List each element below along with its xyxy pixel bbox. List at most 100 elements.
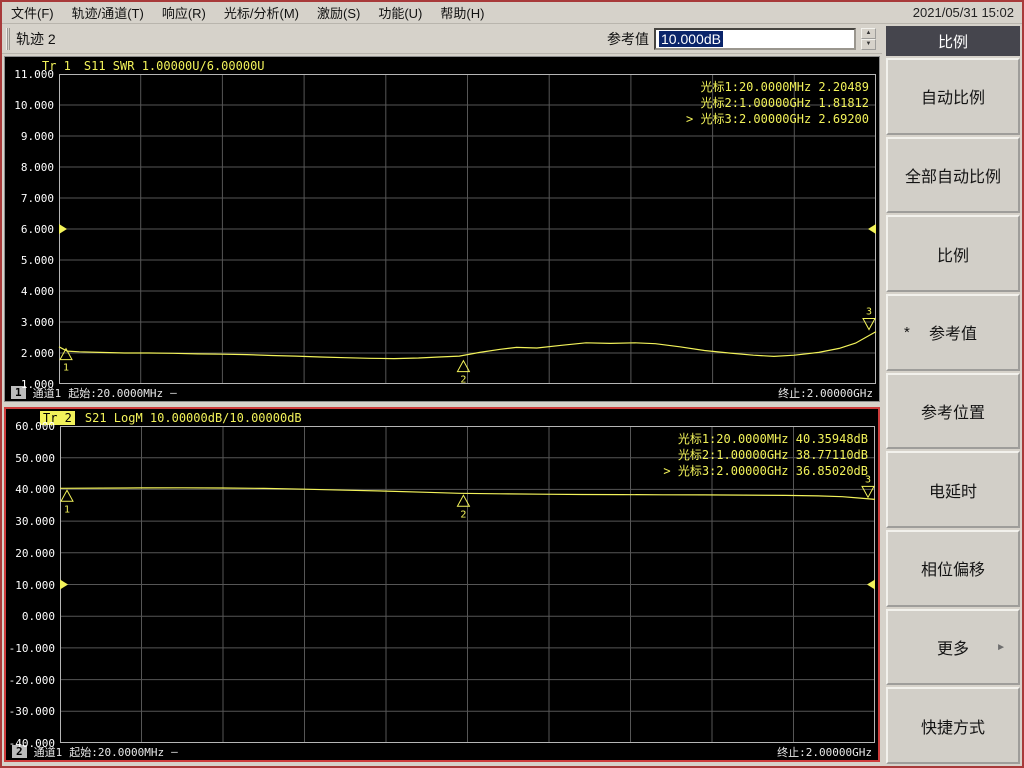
chart1-header: Tr 1 S11 SWR 1.00000U/6.00000U: [5, 57, 879, 74]
chart-window-s11-swr: Tr 1 S11 SWR 1.00000U/6.00000U 11.000 10.…: [4, 56, 880, 402]
ref-level-arrow-right: [868, 224, 876, 234]
softkey-shortcut[interactable]: 快捷方式: [886, 687, 1020, 765]
softkey-label: 更多: [936, 641, 969, 659]
y-tick-label: 1.000: [20, 378, 54, 391]
y-tick-label: 40.000: [15, 483, 55, 497]
y-tick-label: -10.000: [8, 641, 55, 655]
softkey-label: 电延时: [928, 483, 977, 501]
menu-help[interactable]: 帮助(H): [431, 2, 493, 23]
y-tick-label: -30.000: [8, 705, 55, 719]
chart1-stop-freq: 终止:2.00000GHz: [778, 386, 873, 400]
y-tick-label: 50.000: [15, 451, 55, 465]
y-tick-label: -40.000: [8, 737, 55, 750]
softkey-label: 参考值: [928, 326, 977, 344]
y-tick-label: 0.000: [21, 610, 55, 624]
softkey-electrical-delay[interactable]: 电延时: [886, 451, 1020, 529]
menu-stimulus[interactable]: 激励(S): [308, 2, 369, 23]
y-tick-label: 11.000: [14, 68, 54, 81]
y-tick-label: -20.000: [8, 673, 55, 687]
softkey-reference-position[interactable]: 参考位置: [886, 372, 1020, 450]
menu-trace-channel[interactable]: 轨迹/通道(T): [63, 2, 153, 23]
submenu-arrow-icon: ►: [996, 641, 1006, 653]
softkey-label: 相位偏移: [920, 562, 985, 580]
y-tick-label: 6.000: [20, 223, 54, 236]
marker-triangle: [862, 318, 876, 331]
menu-marker-analysis[interactable]: 光标/分析(M): [215, 2, 308, 23]
y-tick-label: 10.000: [15, 578, 55, 592]
y-tick-label: 4.000: [20, 285, 54, 298]
active-trace-title: 轨迹 2: [16, 30, 56, 47]
chart1-start-freq: 起始:20.0000MHz: [68, 386, 164, 400]
svg-text:2: 2: [460, 509, 466, 520]
svg-text:1: 1: [64, 504, 70, 515]
marker-readout-line: > 光标3:2.00000GHz 36.85020dB: [663, 464, 868, 478]
chart1-y-axis: 11.000 10.000 9.000 8.000 7.000 6.000 5.000 4.0…: [5, 68, 59, 391]
ref-level-arrow-right: [867, 579, 875, 590]
menu-utility[interactable]: 功能(U): [369, 2, 431, 23]
datetime-display: 2021/05/31 15:02: [912, 5, 1014, 20]
ref-level-arrow-left: [59, 224, 67, 234]
chart2-y-axis: 60.000 50.000 40.000 30.000 20.000 10.000 0.00…: [6, 420, 60, 750]
chart2-measurement-title: S21 LogM 10.00000dB/10.00000dB: [84, 410, 302, 425]
reference-value-input[interactable]: 10.000dB: [654, 27, 856, 50]
svg-text:2: 2: [460, 375, 466, 386]
svg-text:3: 3: [866, 307, 872, 318]
softkey-label: 比例: [936, 247, 969, 265]
toolbar: 轨迹 2 参考值 10.000dB ▲ ▼: [2, 24, 882, 54]
svg-text:1: 1: [63, 363, 69, 374]
chart2-status-bar: 2 通道1 起始:20.0000MHz — 终止:2.00000GHz: [6, 743, 878, 760]
marker-readout-line: 光标1:20.0000MHz 2.20489: [700, 80, 870, 94]
y-tick-label: 3.000: [20, 316, 54, 329]
toolbar-grip[interactable]: [6, 27, 10, 50]
softkey-label: 参考位置: [920, 405, 985, 423]
menu-response[interactable]: 响应(R): [153, 2, 215, 23]
chart2-stop-freq: 终止:2.00000GHz: [777, 745, 872, 759]
y-tick-label: 20.000: [15, 546, 55, 560]
marker-readout-line: > 光标3:2.00000GHz 2.69200: [686, 112, 869, 126]
softkey-label: 快捷方式: [920, 719, 985, 737]
chart2-plot-area[interactable]: 123 光标1:20.0000MHz 40.35948dB 光标2:1.00000…: [59, 426, 876, 743]
spinner-up-icon[interactable]: ▲: [861, 27, 876, 39]
softkey-label: 全部自动比例: [904, 169, 1001, 186]
softkey-phase-offset[interactable]: 相位偏移: [886, 530, 1020, 607]
marker-readout-line: 光标2:1.00000GHz 38.77110dB: [677, 448, 868, 462]
reference-value-text: 10.000dB: [659, 30, 723, 47]
chart1-sweep-indicator: —: [170, 386, 177, 399]
chart2-start-freq: 起始:20.0000MHz: [69, 745, 165, 759]
marker-triangle: [861, 485, 875, 499]
ref-level-arrow-left: [60, 579, 68, 590]
y-tick-label: 7.000: [20, 192, 54, 205]
softkey-more[interactable]: 更多 ►: [886, 608, 1020, 686]
y-tick-label: 8.000: [20, 161, 54, 174]
y-tick-label: 30.000: [15, 515, 55, 529]
chart1-plot-area[interactable]: 1 2 3 光标1:20.0000MHz 2.20489 光标2:1.00000GHz…: [58, 74, 877, 386]
spinner-down-icon[interactable]: ▼: [861, 38, 876, 50]
softkey-scale[interactable]: 比例: [886, 215, 1020, 293]
y-tick-label: 2.000: [20, 347, 54, 360]
chart1-status-bar: 1 通道1 起始:20.0000MHz — 终止:2.00000GHz: [5, 384, 879, 401]
softkey-sidebar: 比例 自动比例 全部自动比例 比例 * 参考值 参考位置 电延时 相位偏移 更多…: [882, 24, 1022, 766]
marker-readout-line: 光标2:1.00000GHz 1.81812: [700, 96, 870, 110]
menu-file[interactable]: 文件(F): [2, 2, 63, 23]
reference-value-spinner: ▲ ▼: [861, 27, 876, 50]
softkey-reference-value[interactable]: * 参考值: [886, 294, 1020, 371]
softkey-menu-title: 比例: [886, 26, 1020, 56]
y-tick-label: 10.000: [14, 99, 54, 112]
active-softkey-star-icon: *: [904, 323, 910, 341]
charts-area: Tr 1 S11 SWR 1.00000U/6.00000U 11.000 10.…: [2, 54, 882, 766]
y-tick-label: 9.000: [20, 130, 54, 143]
vna-application-window: 文件(F) 轨迹/通道(T) 响应(R) 光标/分析(M) 激励(S) 功能(U…: [0, 0, 1024, 768]
softkey-auto-scale[interactable]: 自动比例: [886, 58, 1020, 135]
softkey-auto-scale-all[interactable]: 全部自动比例: [886, 136, 1020, 214]
marker-readout-line: 光标1:20.0000MHz 40.35948dB: [677, 432, 868, 446]
chart2-sweep-indicator: —: [171, 745, 178, 758]
softkey-label: 自动比例: [920, 90, 985, 108]
menu-bar: 文件(F) 轨迹/通道(T) 响应(R) 光标/分析(M) 激励(S) 功能(U…: [2, 2, 1022, 24]
y-tick-label: 60.000: [15, 420, 55, 433]
chart1-marker-readout: 光标1:20.0000MHz 2.20489 光标2:1.00000GHz 1.8…: [686, 79, 869, 127]
y-tick-label: 5.000: [20, 254, 54, 267]
chart1-measurement-title: S11 SWR 1.00000U/6.00000U: [83, 58, 265, 73]
chart2-marker-readout: 光标1:20.0000MHz 40.35948dB 光标2:1.00000GHz …: [663, 431, 868, 479]
chart-window-s21-logm: Tr 2 S21 LogM 10.00000dB/10.00000dB 60.0…: [4, 407, 880, 762]
chart2-header: Tr 2 S21 LogM 10.00000dB/10.00000dB: [6, 409, 878, 426]
